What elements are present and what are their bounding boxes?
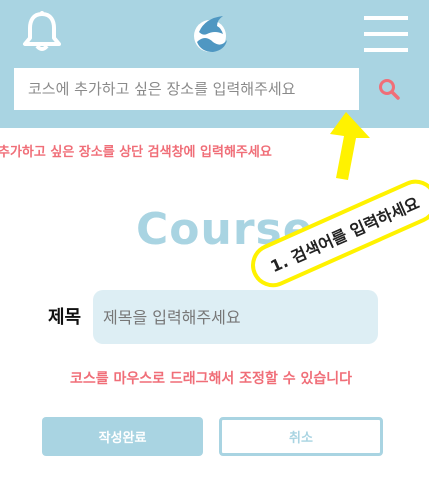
bell-icon[interactable] bbox=[22, 10, 62, 56]
submit-button[interactable]: 작성완료 bbox=[42, 417, 203, 456]
title-input[interactable] bbox=[93, 290, 378, 344]
place-search-input[interactable] bbox=[14, 68, 359, 110]
search-hint-text: 추가하고 싶은 장소를 상단 검색창에 입력해주세요 bbox=[0, 145, 272, 160]
dolphin-logo[interactable] bbox=[191, 12, 231, 58]
cancel-button[interactable]: 취소 bbox=[219, 417, 383, 456]
search-icon[interactable] bbox=[378, 78, 400, 104]
drag-hint-text: 코스를 마우스로 드래그해서 조정할 수 있습니다 bbox=[70, 371, 352, 387]
hamburger-menu-icon[interactable] bbox=[364, 16, 408, 56]
top-header bbox=[0, 0, 429, 128]
yellow-arrow-icon bbox=[318, 112, 378, 196]
title-label: 제목 bbox=[48, 307, 82, 328]
